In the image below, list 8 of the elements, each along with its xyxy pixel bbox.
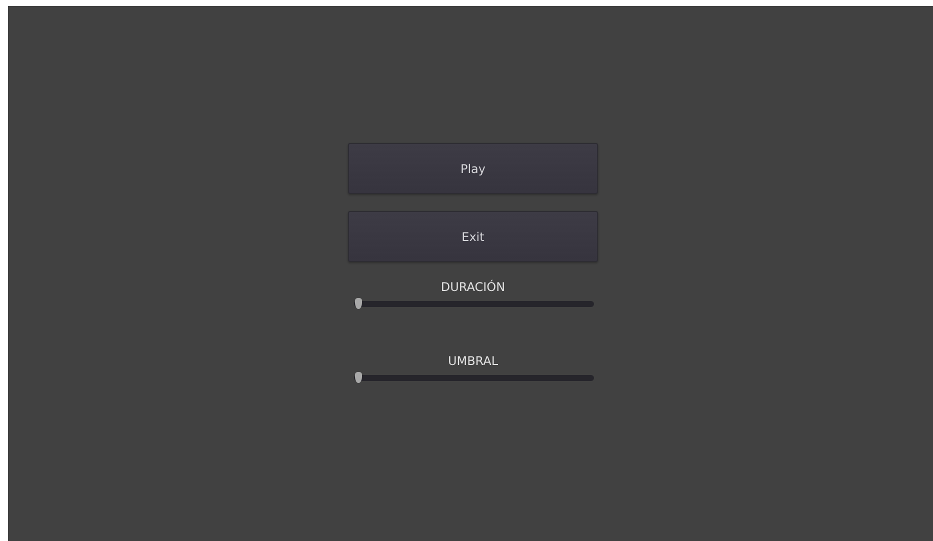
slider-thumb[interactable] <box>355 298 362 309</box>
slider-track[interactable] <box>354 301 594 307</box>
slider-label: UMBRAL <box>448 354 498 368</box>
menu-button[interactable]: Play <box>348 143 598 194</box>
slider-label: DURACIÓN <box>440 280 506 294</box>
slider-thumb[interactable] <box>355 372 362 383</box>
slider-track[interactable] <box>354 375 594 381</box>
menu-button[interactable]: Exit <box>348 211 598 262</box>
